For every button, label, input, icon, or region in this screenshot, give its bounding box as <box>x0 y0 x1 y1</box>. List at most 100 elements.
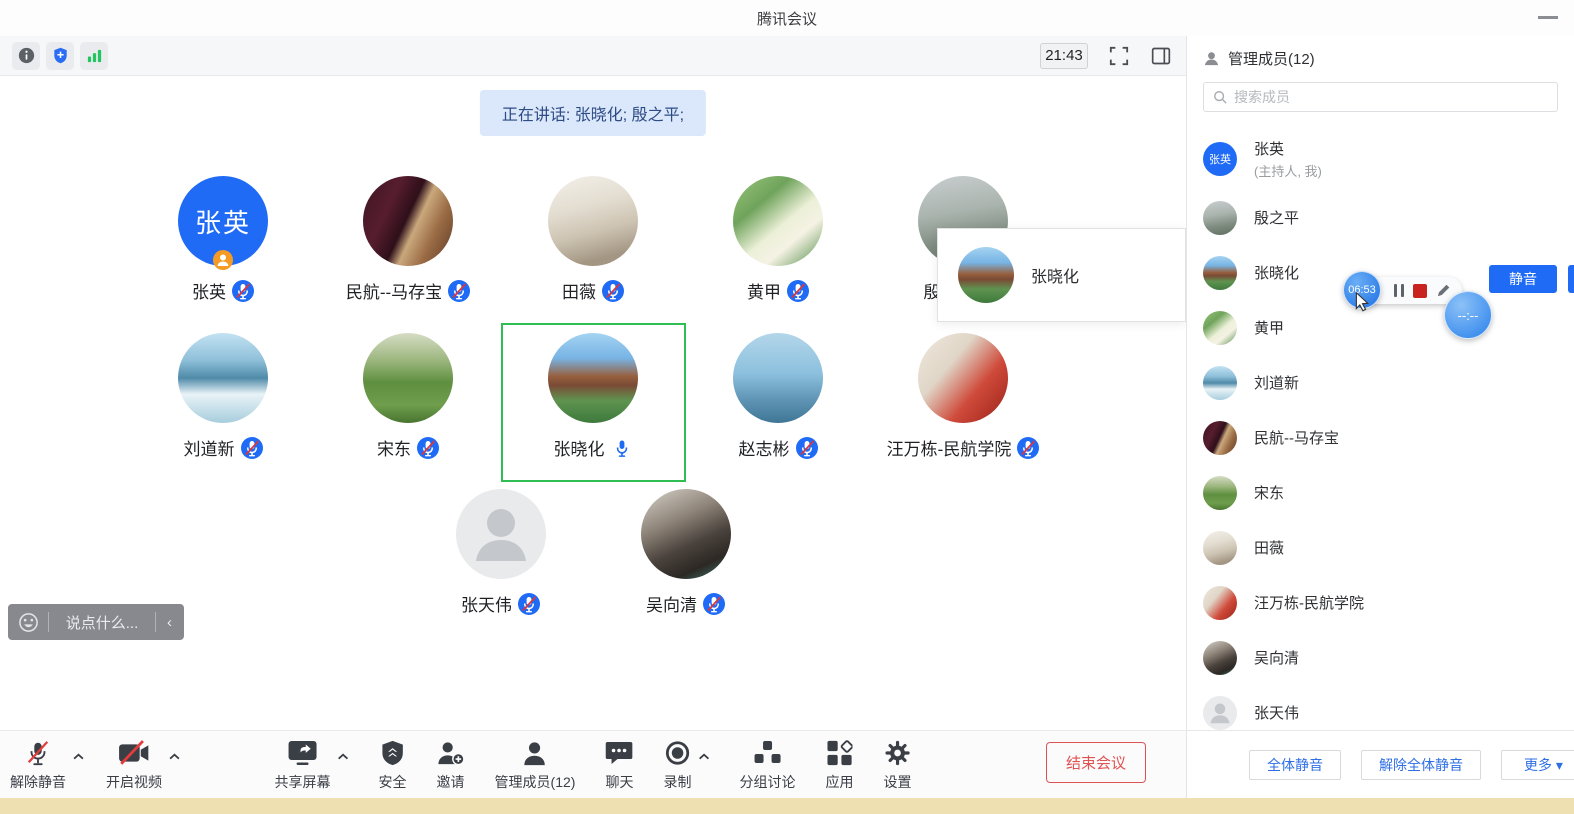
chat-input-placeholder[interactable]: 说点什么... <box>58 612 146 633</box>
signal-bars-icon <box>86 47 103 64</box>
mic-on-icon <box>611 437 633 459</box>
security-shield-button[interactable] <box>46 42 74 70</box>
member-name: 殷之平 <box>1254 207 1299 228</box>
member-text: 刘道新 <box>1254 372 1299 393</box>
info-icon <box>18 47 35 64</box>
chevron-up-icon[interactable] <box>169 753 180 760</box>
participant-avatar <box>363 333 453 423</box>
mic-muted-icon <box>417 437 439 459</box>
edge-action-sliver[interactable] <box>1568 265 1574 293</box>
member-sidebar: 管理成员(12) 张英张英(主持人, 我)殷之平张晓化黄甲刘道新民航--马存宝宋… <box>1186 36 1574 798</box>
toolbar-invite-button[interactable]: 邀请 <box>437 739 465 792</box>
member-name: 民航--马存宝 <box>1254 427 1339 448</box>
participant-tile[interactable]: 宋东 <box>316 323 501 482</box>
members-icon <box>522 739 548 767</box>
chatbar-divider <box>155 612 156 632</box>
more-actions-button[interactable]: 更多 ▾ <box>1501 750 1574 780</box>
member-row[interactable]: 张英张英(主持人, 我) <box>1187 128 1574 190</box>
participant-name: 赵志彬 <box>739 435 790 460</box>
sidebar-footer: 全体静音 解除全体静音更多 ▾ <box>1187 730 1574 798</box>
toolbar-chat-button[interactable]: 聊天 <box>605 739 633 792</box>
toolbar-settings-button[interactable]: 设置 <box>883 739 911 792</box>
unmute-all-button[interactable]: 解除全体静音 <box>1361 750 1481 780</box>
minimize-button[interactable] <box>1538 16 1558 19</box>
participant-tile[interactable]: 张英张英 <box>131 166 316 325</box>
meeting-info-button[interactable] <box>12 42 40 70</box>
member-avatar <box>1203 586 1237 620</box>
member-row[interactable]: 宋东 <box>1187 465 1574 520</box>
member-row[interactable]: 张天伟 <box>1187 685 1574 730</box>
toolbar-start-video-button[interactable]: 开启视频 <box>106 739 180 792</box>
member-row[interactable]: 汪万栋-民航学院 <box>1187 575 1574 630</box>
participant-tile[interactable]: 田薇 <box>501 166 686 325</box>
participant-avatar <box>548 176 638 266</box>
pause-icon[interactable] <box>1394 284 1404 297</box>
apps-icon <box>826 739 852 767</box>
chevron-up-icon[interactable] <box>338 753 349 760</box>
participant-nameline: 黄甲 <box>747 278 809 303</box>
toolbar-breakout-button[interactable]: 分组讨论 <box>739 739 795 792</box>
taskbar-strip <box>0 798 1574 814</box>
mute-all-button[interactable]: 全体静音 <box>1249 750 1341 780</box>
participant-tile[interactable]: 黄甲 <box>686 166 871 325</box>
mute-member-button[interactable]: 静音 <box>1489 265 1557 293</box>
member-row[interactable]: 田薇 <box>1187 520 1574 575</box>
toolbar-item-content: 聊天 <box>605 739 633 792</box>
mic-muted-icon <box>448 280 470 302</box>
toolbar-item-content: 安全 <box>379 739 407 792</box>
participant-nameline: 宋东 <box>377 435 439 460</box>
member-row[interactable]: 殷之平 <box>1187 190 1574 245</box>
member-list: 张英张英(主持人, 我) 殷之平张晓化黄甲刘道新民航--马存宝宋东田薇汪万栋-民航… <box>1187 112 1574 730</box>
toolbar-item-label: 安全 <box>379 772 407 792</box>
participant-tile[interactable]: 赵志彬 <box>686 323 871 482</box>
pencil-icon[interactable] <box>1436 283 1451 298</box>
member-row[interactable]: 民航--马存宝 <box>1187 410 1574 465</box>
member-avatar <box>1203 201 1237 235</box>
participant-tile[interactable]: 吴向清 <box>593 479 778 638</box>
toolbar-record-button[interactable]: 录制 <box>663 739 709 792</box>
participant-tile[interactable]: 刘道新 <box>131 323 316 482</box>
toolbar-apps-button[interactable]: 应用 <box>825 739 853 792</box>
member-text: 张晓化 <box>1254 262 1299 283</box>
participant-name: 吴向清 <box>646 591 697 616</box>
toolbar-unmute-button[interactable]: 解除静音 <box>10 739 84 792</box>
network-quality-button[interactable] <box>80 42 108 70</box>
member-text: 田薇 <box>1254 537 1284 558</box>
meeting-topbar: 21:43 <box>0 36 1186 76</box>
layout-switch-button[interactable] <box>1150 45 1172 67</box>
member-row[interactable]: 黄甲 <box>1187 300 1574 355</box>
member-search-box[interactable] <box>1203 82 1558 112</box>
member-row[interactable]: 吴向清 <box>1187 630 1574 685</box>
end-meeting-button[interactable]: 结束会议 <box>1046 742 1146 783</box>
participant-name: 张英 <box>192 278 226 303</box>
member-name: 刘道新 <box>1254 372 1299 393</box>
member-row[interactable]: 刘道新 <box>1187 355 1574 410</box>
recorder-idle-bubble[interactable]: --:-- <box>1444 291 1492 339</box>
quick-chat-bar[interactable]: 说点什么... ‹ <box>8 604 184 640</box>
participant-name: 宋东 <box>377 435 411 460</box>
participant-name: 刘道新 <box>184 435 235 460</box>
participant-tile[interactable]: 汪万栋-民航学院 <box>871 323 1056 482</box>
person-icon <box>1203 50 1220 67</box>
meeting-clock: 21:43 <box>1040 43 1088 69</box>
participant-tile[interactable]: 民航--马存宝 <box>316 166 501 325</box>
toolbar-share-screen-button[interactable]: 共享屏幕 <box>275 739 349 792</box>
footer-button-label: 全体静音 <box>1267 757 1323 773</box>
toolbar-item-content: 开启视频 <box>106 739 162 792</box>
caret-down-icon: ▾ <box>1552 757 1563 773</box>
participant-avatar <box>733 176 823 266</box>
stop-record-icon[interactable] <box>1413 284 1427 298</box>
participant-tile[interactable]: 张晓化 <box>501 323 686 482</box>
toolbar-security-button[interactable]: 安全 <box>379 739 407 792</box>
member-name: 张英 <box>1254 138 1322 159</box>
member-avatar <box>1203 476 1237 510</box>
member-search-input[interactable] <box>1234 89 1548 105</box>
mouse-cursor <box>1352 291 1373 312</box>
fullscreen-button[interactable] <box>1108 45 1130 67</box>
member-name: 黄甲 <box>1254 317 1284 338</box>
chatbar-collapse-icon[interactable]: ‹ <box>165 614 174 631</box>
chevron-up-icon[interactable] <box>698 753 709 760</box>
participant-tile[interactable]: 张天伟 <box>408 479 593 638</box>
chevron-up-icon[interactable] <box>73 753 84 760</box>
toolbar-members-button[interactable]: 管理成员(12) <box>495 739 576 792</box>
